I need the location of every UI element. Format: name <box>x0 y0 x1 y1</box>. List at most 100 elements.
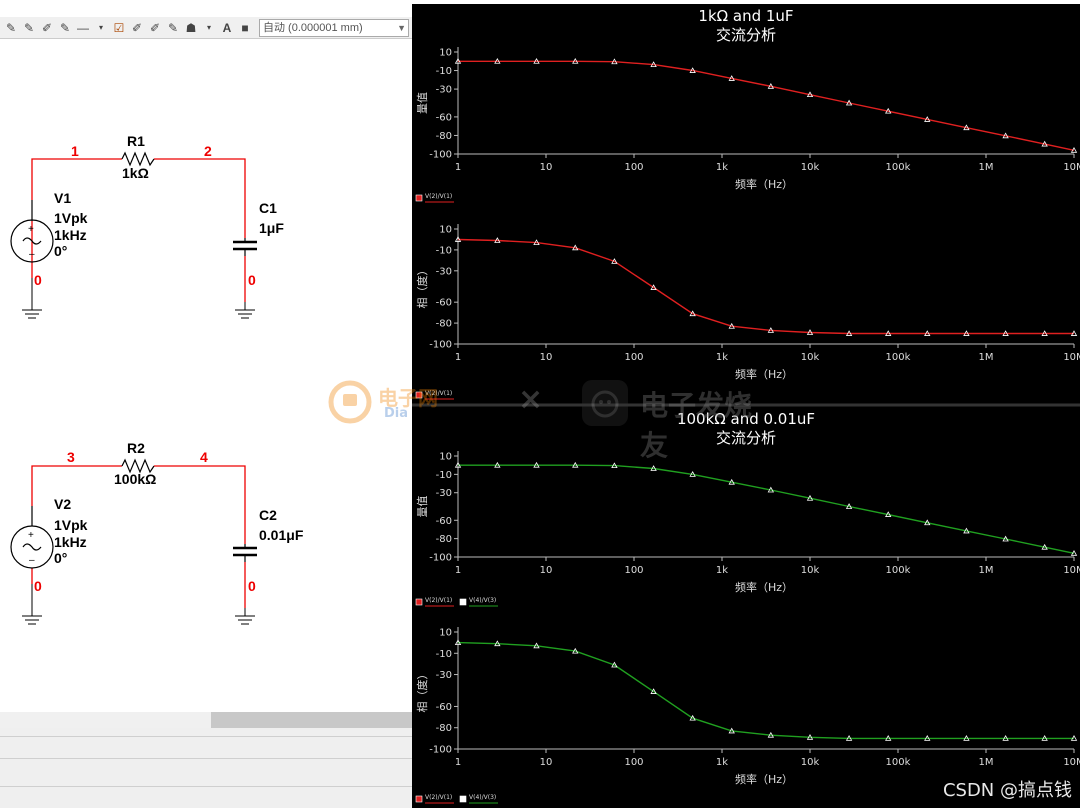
svg-text:+: + <box>28 530 34 541</box>
x-tick-label: 1M <box>979 757 994 768</box>
series-line <box>457 238 1074 335</box>
x-tick-label: 100 <box>624 757 643 768</box>
y-tick-label: -30 <box>436 670 452 681</box>
scrollbar-thumb[interactable] <box>211 712 412 728</box>
source-amplitude: 1Vpk <box>54 517 88 533</box>
legend-checkbox[interactable] <box>415 598 423 606</box>
ground-node-label: 0 <box>248 272 256 288</box>
pen-icon[interactable]: ✎ <box>4 20 18 36</box>
x-tick-label: 10M <box>1063 162 1080 173</box>
source-phase: 0° <box>54 243 67 259</box>
zoom-select[interactable]: 自动 (0.000001 mm) ▼ <box>259 19 409 37</box>
series-line <box>457 641 1074 740</box>
ground-icon <box>235 302 255 319</box>
x-axis-label: 频率（Hz） <box>735 772 793 786</box>
legend-label: V(4)/V(3) <box>469 597 496 604</box>
zoom-value: 自动 (0.000001 mm) <box>263 22 363 34</box>
legend-label: V(2)/V(1) <box>425 794 452 801</box>
source-name: V1 <box>54 190 71 206</box>
capacitor-value: 0.01μF <box>259 527 304 543</box>
capacitor-c2[interactable] <box>233 544 257 562</box>
check-icon[interactable]: ☑ <box>112 20 126 36</box>
y-tick-label: -10 <box>436 245 452 256</box>
divider <box>0 786 412 787</box>
x-tick-label: 1 <box>455 757 461 768</box>
series-line <box>458 60 1075 151</box>
source-phase: 0° <box>54 550 67 566</box>
resistor-r1[interactable] <box>121 151 155 167</box>
y-tick-label: -60 <box>436 112 452 123</box>
legend-checkbox[interactable] <box>415 194 423 202</box>
line-icon[interactable]: — <box>76 20 90 36</box>
x-tick-label: 1M <box>979 565 994 576</box>
resistor-name: R2 <box>127 440 145 456</box>
y-tick-label: -100 <box>429 553 452 564</box>
capacitor-c1[interactable] <box>233 238 257 256</box>
x-tick-label: 100k <box>886 757 911 768</box>
capacitor-name: C2 <box>259 507 277 523</box>
y-tick-label: -10 <box>436 649 452 660</box>
paint-icon[interactable]: ✎ <box>166 20 180 36</box>
legend-checkbox[interactable] <box>459 795 467 803</box>
legend-item[interactable]: V(2)/V(1) <box>415 193 454 203</box>
footer-credit: CSDN @搞点钱 <box>942 780 1072 801</box>
x-tick-label: 1k <box>716 565 728 576</box>
pen2-icon[interactable]: ✎ <box>22 20 36 36</box>
brush2-icon[interactable]: ✐ <box>148 20 162 36</box>
legend-item[interactable]: V(4)/V(3) <box>459 597 498 607</box>
robot-icon <box>582 380 628 426</box>
watermark-logo-1: 电子网 Dia <box>326 380 456 424</box>
dropdown-arrow2-icon[interactable]: ▾ <box>202 20 216 36</box>
legend-checkbox[interactable] <box>459 598 467 606</box>
pen4-icon[interactable]: ✎ <box>58 20 72 36</box>
horizontal-scrollbar[interactable] <box>0 712 412 728</box>
plot-magnitude-1[interactable]: 10 -10 -30 -60 -80 -1001 10 100 1k 10k 100k 1M 10M 频率… <box>415 47 1080 203</box>
ac-source-v1[interactable]: + – <box>10 200 54 263</box>
ground-node-label: 0 <box>248 578 256 594</box>
svg-text:–: – <box>29 555 35 566</box>
plot-phase-1[interactable]: 10-10-30-60-80-1001101001k10k100k1M10M频率… <box>415 224 1080 400</box>
dropdown-arrow-icon[interactable]: ▾ <box>94 20 108 36</box>
svg-text:+: + <box>28 224 34 235</box>
plug-icon <box>328 380 372 424</box>
x-tick-label: 10 <box>540 162 553 173</box>
x-tick-label: 10k <box>801 565 820 576</box>
toolbar: ✎ ✎ ✐ ✎ — ▾ ☑ ✐ ✐ ✎ ☗ ▾ A ■ ▾ 自动 (0.0000… <box>0 17 412 39</box>
capacitor-name: C1 <box>259 200 277 216</box>
x-tick-label: 10M <box>1063 352 1080 363</box>
resistor-value: 100kΩ <box>114 471 156 487</box>
circuit-1: + – R1 1kΩ 1 2 V1 1Vpk 1kHz 0° C1 1μF 0 … <box>10 133 284 319</box>
x-tick-label: 100k <box>886 565 911 576</box>
ac-source-v2[interactable]: + – <box>10 506 54 569</box>
x-tick-label: 10M <box>1063 565 1080 576</box>
fill-icon[interactable]: ☗ <box>184 20 198 36</box>
y-tick-label: -80 <box>436 319 452 330</box>
node-label: 1 <box>71 143 79 159</box>
legend-checkbox[interactable] <box>415 795 423 803</box>
legend-item[interactable]: V(2)/V(1) <box>415 597 454 607</box>
ground-icon <box>235 608 255 625</box>
color-box-icon[interactable]: ■ <box>238 20 252 36</box>
y-axis-label: 相（度） <box>415 265 429 309</box>
pen3-icon[interactable]: ✐ <box>40 20 54 36</box>
series-line <box>458 464 1075 554</box>
plot-axes <box>457 47 1074 155</box>
schematic-canvas[interactable]: + – R1 1kΩ 1 2 V1 1Vpk 1kHz 0° C1 1μF 0 … <box>0 40 412 712</box>
plot-magnitude-2[interactable]: 10 -10 -30 -60 -80 -1001 10 100 1k 10k 100k 1M 10M 频率… <box>415 451 1080 607</box>
text-style-icon[interactable]: A <box>220 20 234 36</box>
y-tick-label: 10 <box>439 48 452 59</box>
brush-icon[interactable]: ✐ <box>130 20 144 36</box>
x-tick-label: 10k <box>801 757 820 768</box>
y-axis-label: 量值 <box>416 496 429 518</box>
legend-item[interactable]: V(4)/V(3) <box>459 794 498 804</box>
x-tick-label: 1k <box>716 352 728 363</box>
status-area <box>0 728 412 808</box>
y-tick-label: -100 <box>429 745 452 756</box>
x-tick-label: 10M <box>1063 757 1080 768</box>
resistor-name: R1 <box>127 133 145 149</box>
x-tick-label: 1 <box>455 565 461 576</box>
legend-item[interactable]: V(2)/V(1) <box>415 794 454 804</box>
source-frequency: 1kHz <box>54 227 87 243</box>
chevron-down-icon: ▼ <box>397 23 406 33</box>
x-tick-label: 100 <box>624 162 643 173</box>
